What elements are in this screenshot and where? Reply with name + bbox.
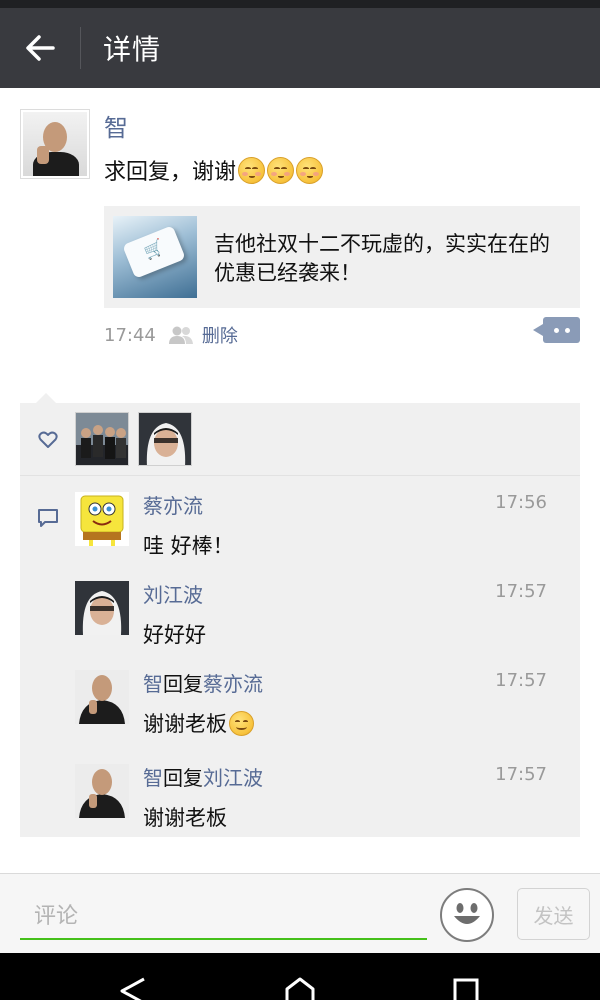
link-title: 吉他社双十二不玩虚的，实实在在的优惠已经袭来！ <box>214 232 550 285</box>
page-title: 详情 <box>103 33 162 66</box>
comment-avatar-sponge[interactable] <box>75 492 129 546</box>
comment-time: 17:57 <box>495 764 547 785</box>
system-nav-bar <box>0 953 600 1000</box>
shopping-cart-icon: 🛒 <box>141 236 167 262</box>
comment-text: 好好好 <box>143 623 206 647</box>
comment-author[interactable]: 刘江波 <box>143 583 203 607</box>
smiling-face-icon <box>238 156 266 184</box>
smile-icon <box>229 710 254 736</box>
nav-recents-icon[interactable] <box>452 977 480 1000</box>
comment-author[interactable]: 蔡亦流 <box>143 494 203 518</box>
smiling-face-icon <box>296 156 324 184</box>
nav-back-icon[interactable] <box>118 977 148 1000</box>
header-divider <box>80 27 81 69</box>
comment-input-bar: 发送 <box>0 873 600 953</box>
comment-bubble-icon <box>38 509 58 527</box>
comment-avatar-man[interactable] <box>75 764 129 818</box>
like-avatar-group[interactable] <box>75 412 129 466</box>
comment-text: 谢谢老板 <box>143 712 227 736</box>
comment-time: 17:57 <box>495 581 547 602</box>
comment-time: 17:57 <box>495 670 547 691</box>
post-author-avatar[interactable] <box>20 109 90 179</box>
send-button[interactable]: 发送 <box>517 888 590 940</box>
delete-link[interactable]: 删除 <box>202 322 238 348</box>
comment-text: 谢谢老板 <box>143 806 227 830</box>
smiling-face-icon <box>267 156 295 184</box>
heart-icon <box>38 431 58 448</box>
likes-row <box>20 403 580 476</box>
back-button[interactable] <box>0 8 80 88</box>
like-avatar-hoodie[interactable] <box>138 412 192 466</box>
reply-word: 回复 <box>163 672 203 696</box>
reply-target[interactable]: 蔡亦流 <box>203 672 263 696</box>
post-text: 求回复，谢谢 <box>104 154 324 186</box>
smiley-icon <box>454 903 480 924</box>
comment-text: 哇 好棒！ <box>143 534 234 558</box>
comment-author[interactable]: 智 <box>143 766 163 790</box>
post-author-name[interactable]: 智 <box>104 108 128 143</box>
comment-input[interactable] <box>20 894 427 940</box>
top-bar: 详情 <box>0 8 600 88</box>
emoji-button[interactable] <box>440 888 494 942</box>
reply-word: 回复 <box>163 766 203 790</box>
nav-home-icon[interactable] <box>283 977 317 1000</box>
post-text-content: 求回复，谢谢 <box>104 160 237 185</box>
comment-time: 17:56 <box>495 492 547 513</box>
comment-author[interactable]: 智 <box>143 672 163 696</box>
comment-avatar-man[interactable] <box>75 670 129 724</box>
comment-action-button[interactable] <box>533 317 580 343</box>
post-meta: 17:44 删除 <box>104 322 238 348</box>
link-thumbnail: 🛒 <box>113 216 197 298</box>
reply-target[interactable]: 刘江波 <box>203 766 263 790</box>
likes-comments-panel: 蔡亦流 17:56 哇 好棒！ 刘江波 17:57 好好好 智回复蔡亦流 17:… <box>20 393 580 837</box>
more-dots-icon <box>554 328 559 333</box>
status-bar <box>0 0 600 8</box>
shared-link-card[interactable]: 🛒 吉他社双十二不玩虚的，实实在在的优惠已经袭来！ <box>104 206 580 308</box>
back-arrow-icon <box>26 35 55 61</box>
comment-avatar-hoodie[interactable] <box>75 581 129 635</box>
post-time: 17:44 <box>104 324 156 346</box>
comment-text-row: 谢谢老板 <box>143 708 254 738</box>
people-icon <box>168 325 194 345</box>
